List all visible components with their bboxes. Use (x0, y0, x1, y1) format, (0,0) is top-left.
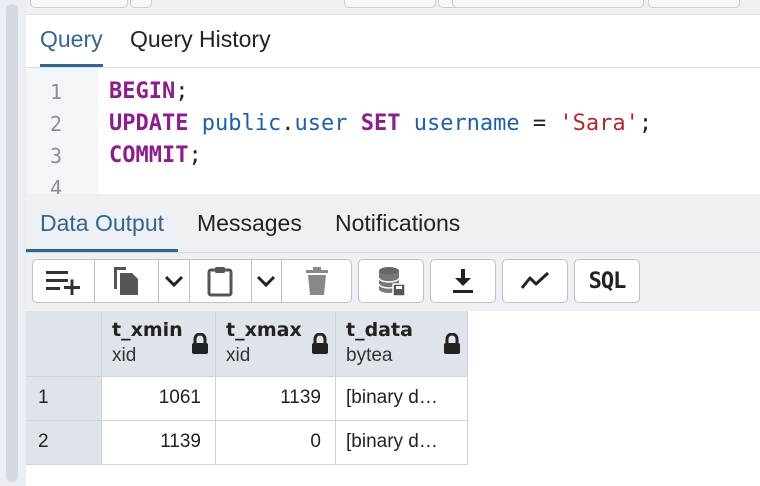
code-token: public (201, 111, 282, 136)
lock-icon (444, 333, 460, 354)
chevron-down-icon (257, 275, 276, 288)
tab-notifications[interactable]: Notifications (335, 194, 460, 252)
tab-data-output[interactable]: Data Output (25, 194, 179, 252)
line-number: 2 (49, 112, 62, 136)
copy-button[interactable] (94, 260, 158, 302)
edit-button-group (32, 259, 352, 303)
tab-query-history[interactable]: Query History (130, 15, 271, 67)
paste-options-dropdown[interactable] (250, 260, 282, 302)
code-token: 'Sara' (559, 111, 639, 136)
row-number[interactable]: 1 (26, 377, 102, 421)
code-line-3[interactable]: COMMIT; (109, 140, 202, 172)
save-data-icon (378, 267, 406, 297)
tab-messages[interactable]: Messages (197, 194, 302, 252)
toolbar-fragment (648, 0, 740, 8)
copy-icon (113, 267, 138, 295)
code-token: UPDATE (109, 111, 189, 136)
download-button[interactable] (430, 259, 496, 303)
code-line-1[interactable]: BEGIN; (109, 76, 188, 108)
data-grid: t_xmin xid t_xmax xid t_data bytea 1 106… (26, 311, 760, 486)
cell-t-data[interactable]: [binary d… (336, 421, 468, 465)
line-number: 1 (49, 80, 62, 104)
row-number-header[interactable] (26, 311, 102, 377)
toolbar-fragment (130, 0, 152, 8)
code-token: BEGIN (109, 79, 176, 104)
code-token: COMMIT (109, 143, 189, 168)
code-token: ; (175, 79, 189, 104)
toolbar-fragment (344, 0, 436, 8)
code-token: . (281, 111, 295, 136)
column-header-t-xmin[interactable]: t_xmin xid (102, 311, 216, 377)
sql-editor[interactable]: 1 2 3 4 BEGIN; UPDATE public.user SET us… (26, 68, 760, 200)
line-number-gutter: 1 2 3 4 (26, 68, 98, 200)
toolbar-fragment (452, 0, 644, 8)
lock-icon (312, 333, 328, 354)
output-tabs: Data Output Messages Notifications (25, 194, 760, 253)
cell-t-xmax[interactable]: 1139 (216, 377, 336, 421)
column-type: bytea (346, 345, 393, 366)
tab-query[interactable]: Query (40, 15, 103, 67)
paste-button[interactable] (188, 260, 251, 302)
cell-t-xmin[interactable]: 1139 (102, 421, 216, 465)
line-number: 3 (49, 144, 62, 168)
save-data-button[interactable] (358, 259, 424, 303)
code-token: user (294, 111, 348, 136)
chevron-down-icon (164, 275, 183, 288)
table-row[interactable]: 1 1061 1139 [binary d… (26, 377, 468, 421)
code-token: = (519, 111, 560, 136)
code-token: username (413, 111, 520, 136)
sql-button[interactable]: SQL (574, 259, 640, 303)
toolbar-fragment (30, 0, 128, 8)
scrollbar-thumb[interactable] (6, 4, 18, 482)
code-token: ; (638, 111, 653, 136)
vertical-scrollbar[interactable] (0, 0, 26, 486)
cell-t-data[interactable]: [binary d… (336, 377, 468, 421)
lock-icon (192, 333, 208, 354)
code-token: SET (360, 111, 401, 136)
table-row[interactable]: 2 1139 0 [binary d… (26, 421, 468, 465)
graph-icon (520, 271, 550, 289)
graph-visualiser-button[interactable] (502, 259, 568, 303)
delete-button[interactable] (281, 260, 351, 302)
add-row-icon (45, 271, 80, 295)
data-output-toolbar: SQL (26, 253, 760, 311)
column-name: t_xmax (226, 319, 302, 341)
query-tabs: Query Query History (26, 15, 760, 68)
copy-options-dropdown[interactable] (158, 260, 189, 302)
header-row: t_xmin xid t_xmax xid t_data bytea (26, 311, 468, 377)
sql-icon: SQL (588, 268, 627, 294)
column-name: t_xmin (112, 319, 183, 341)
paste-icon (207, 267, 233, 297)
column-name: t_data (346, 319, 413, 341)
column-type: xid (112, 345, 137, 366)
delete-icon (305, 267, 328, 295)
code-token: ; (188, 143, 202, 168)
row-number[interactable]: 2 (26, 421, 102, 465)
column-header-t-xmax[interactable]: t_xmax xid (216, 311, 336, 377)
add-row-button[interactable] (33, 260, 94, 302)
cell-t-xmax[interactable]: 0 (216, 421, 336, 465)
code-line-2[interactable]: UPDATE public.user SET username = 'Sara'… (109, 108, 652, 140)
top-toolbar-edge (26, 0, 760, 15)
column-type: xid (226, 345, 251, 366)
cell-t-xmin[interactable]: 1061 (102, 377, 216, 421)
download-icon (453, 269, 473, 293)
column-header-t-data[interactable]: t_data bytea (336, 311, 468, 377)
